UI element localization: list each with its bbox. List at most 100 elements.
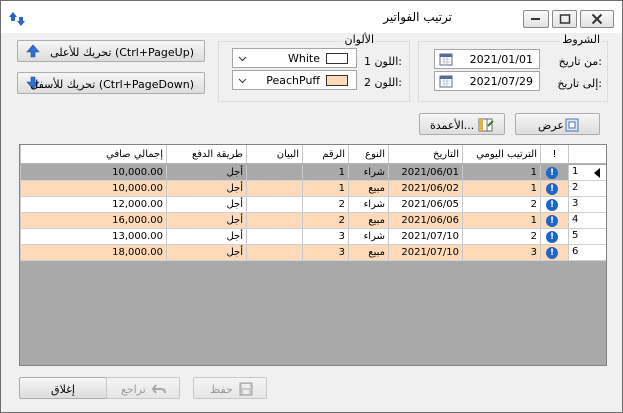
- cell-statement[interactable]: [246, 181, 302, 196]
- header-statement[interactable]: البيان: [246, 145, 302, 163]
- header-payment[interactable]: طريقة الدفع: [166, 145, 246, 163]
- from-date-value: 2021/01/01: [469, 53, 533, 66]
- cell-daily-order[interactable]: 2: [462, 197, 540, 212]
- invoice-order-window: ترتيب الفواتير تحريك للأعلى (Ctrl+PageUp…: [0, 0, 623, 413]
- header-mark[interactable]: !: [540, 145, 568, 163]
- table-row[interactable]: 13,000.00 أجل 3 شراء 2021/07/10 2! 5: [20, 229, 606, 245]
- row-number: 2: [572, 182, 579, 193]
- color1-label: اللون 1:: [363, 55, 402, 68]
- cell-payment[interactable]: أجل: [166, 165, 246, 180]
- header-net-total[interactable]: إجمالي صافي: [20, 145, 166, 163]
- cell-payment[interactable]: أجل: [166, 229, 246, 244]
- header-number[interactable]: الرقم: [302, 145, 348, 163]
- to-date-field[interactable]: 2021/07/29: [434, 71, 540, 91]
- cell-date[interactable]: 2021/07/10: [388, 229, 462, 244]
- close-window-button[interactable]: [580, 10, 614, 28]
- row-header[interactable]: 6: [568, 245, 606, 260]
- cell-payment[interactable]: أجل: [166, 213, 246, 228]
- row-header[interactable]: 5: [568, 229, 606, 244]
- cell-payment[interactable]: أجل: [166, 245, 246, 260]
- cell-daily-order[interactable]: 3: [462, 245, 540, 260]
- table-row[interactable]: 10,000.00 أجل 1 مبيع 2021/06/02 1! 2: [20, 181, 606, 197]
- cell-statement[interactable]: [246, 229, 302, 244]
- cell-number[interactable]: 1: [302, 165, 348, 180]
- row-header[interactable]: 1: [568, 165, 606, 180]
- save-button[interactable]: حفظ: [193, 377, 267, 399]
- cell-statement[interactable]: [246, 165, 302, 180]
- color2-swatch: [326, 75, 348, 86]
- cell-statement[interactable]: [246, 213, 302, 228]
- view-icon: [564, 117, 580, 136]
- cell-number[interactable]: 1: [302, 181, 348, 196]
- row-number: 4: [572, 214, 579, 225]
- cell-net-total[interactable]: 13,000.00: [20, 229, 166, 244]
- cell-daily-order[interactable]: 2: [462, 229, 540, 244]
- cell-daily-order[interactable]: 1: [462, 181, 540, 196]
- cell-type[interactable]: مبيع: [348, 213, 388, 228]
- header-type[interactable]: النوع: [348, 145, 388, 163]
- info-icon: !: [546, 247, 558, 259]
- row-header[interactable]: 3: [568, 197, 606, 212]
- cell-payment[interactable]: أجل: [166, 197, 246, 212]
- maximize-button[interactable]: [552, 10, 577, 28]
- cell-number[interactable]: 2: [302, 197, 348, 212]
- move-up-button[interactable]: تحريك للأعلى (Ctrl+PageUp): [17, 40, 205, 62]
- columns-icon: [478, 117, 494, 136]
- cell-date[interactable]: 2021/07/10: [388, 245, 462, 260]
- cell-type[interactable]: شراء: [348, 197, 388, 212]
- view-label: عرض: [538, 119, 564, 132]
- cell-net-total[interactable]: 18,000.00: [20, 245, 166, 260]
- current-row-pointer-icon: [594, 168, 600, 178]
- cell-payment[interactable]: أجل: [166, 181, 246, 196]
- cell-type[interactable]: شراء: [348, 229, 388, 244]
- cell-type[interactable]: مبيع: [348, 245, 388, 260]
- cell-net-total[interactable]: 10,000.00: [20, 181, 166, 196]
- from-date-field[interactable]: 2021/01/01: [434, 49, 540, 69]
- floppy-disk-icon: [238, 381, 254, 400]
- color2-select[interactable]: PeachPuff: [232, 70, 357, 90]
- table-row[interactable]: 18,000.00 أجل 3 مبيع 2021/07/10 3! 6: [20, 245, 606, 261]
- cell-statement[interactable]: [246, 197, 302, 212]
- cell-type[interactable]: مبيع: [348, 181, 388, 196]
- table-row[interactable]: 16,000.00 أجل 2 مبيع 2021/06/06 1! 4: [20, 213, 606, 229]
- colors-group-title: الألوان: [342, 33, 376, 46]
- cell-daily-order[interactable]: 1: [462, 213, 540, 228]
- table-row[interactable]: 12,000.00 أجل 2 شراء 2021/06/05 2! 3: [20, 197, 606, 213]
- undo-button[interactable]: تراجع: [106, 377, 180, 399]
- view-button[interactable]: عرض: [515, 113, 600, 135]
- cell-type[interactable]: شراء: [348, 165, 388, 180]
- chevron-down-icon: [238, 75, 247, 88]
- calendar-icon: [439, 74, 453, 91]
- cell-number[interactable]: 3: [302, 229, 348, 244]
- header-date[interactable]: التاريخ: [388, 145, 462, 163]
- row-header[interactable]: 2: [568, 181, 606, 196]
- cell-number[interactable]: 3: [302, 245, 348, 260]
- minimize-button[interactable]: [523, 10, 549, 28]
- row-header[interactable]: 4: [568, 213, 606, 228]
- cell-date[interactable]: 2021/06/01: [388, 165, 462, 180]
- header-daily-order[interactable]: الترتيب اليومي: [462, 145, 540, 163]
- cell-date[interactable]: 2021/06/02: [388, 181, 462, 196]
- row-number: 6: [572, 246, 579, 257]
- cell-date[interactable]: 2021/06/05: [388, 197, 462, 212]
- window-title: ترتيب الفواتير: [383, 10, 452, 24]
- chevron-down-icon: [238, 53, 247, 66]
- info-icon: !: [546, 199, 558, 211]
- cell-date[interactable]: 2021/06/06: [388, 213, 462, 228]
- info-icon: !: [546, 215, 558, 227]
- cell-net-total[interactable]: 12,000.00: [20, 197, 166, 212]
- move-down-button[interactable]: تحريك للأسفل (Ctrl+PageDown): [17, 72, 205, 94]
- cell-net-total[interactable]: 16,000.00: [20, 213, 166, 228]
- color1-select[interactable]: White: [232, 48, 357, 68]
- invoices-grid[interactable]: إجمالي صافي طريقة الدفع البيان الرقم الن…: [19, 144, 607, 366]
- to-date-value: 2021/07/29: [469, 75, 533, 88]
- table-row[interactable]: 10,000.00 أجل 1 شراء 2021/06/01 1! 1: [20, 165, 606, 181]
- row-number: 1: [572, 166, 579, 177]
- cell-daily-order[interactable]: 1: [462, 165, 540, 180]
- cell-statement[interactable]: [246, 245, 302, 260]
- cell-net-total[interactable]: 10,000.00: [20, 165, 166, 180]
- close-button[interactable]: إغلاق: [19, 377, 107, 399]
- columns-button[interactable]: الأعمدة...: [419, 113, 505, 135]
- undo-label: تراجع: [121, 383, 146, 396]
- cell-number[interactable]: 2: [302, 213, 348, 228]
